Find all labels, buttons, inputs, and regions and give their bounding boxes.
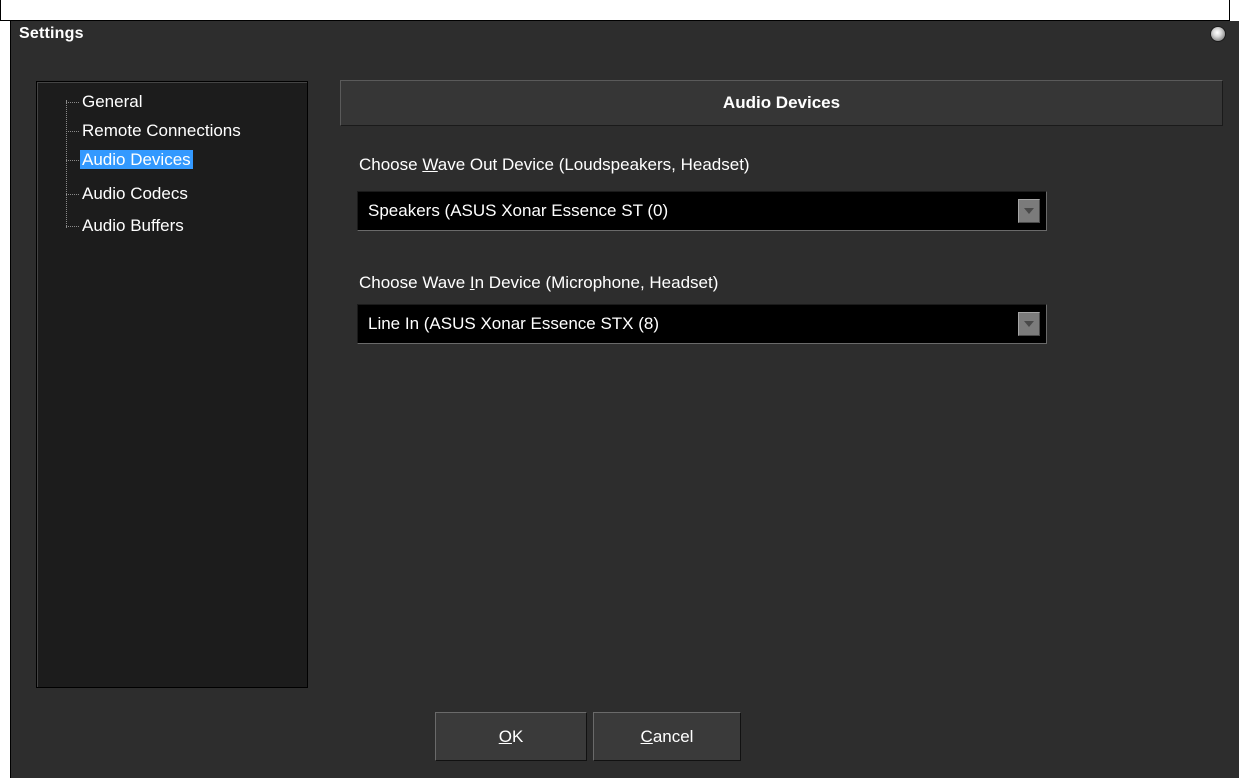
tree-item-audio-devices[interactable]: Audio Devices (66, 150, 193, 170)
label-text: ave Out Device (Loudspeakers, Headset) (437, 155, 750, 174)
tree-item-general[interactable]: General (66, 92, 144, 112)
tree-dash (66, 194, 79, 196)
top-strip (0, 0, 1230, 21)
settings-tree: General Remote Connections Audio Devices… (36, 81, 308, 688)
panel-header: Audio Devices (340, 80, 1223, 126)
tree-item-label: General (82, 92, 143, 111)
label-text: Choose Wave (359, 273, 470, 292)
button-accelerator: O (498, 727, 512, 746)
wave-out-label: Choose Wave Out Device (Loudspeakers, He… (359, 155, 750, 175)
combo-value: Line In (ASUS Xonar Essence STX (8) (368, 314, 660, 333)
tree-dash (66, 131, 79, 133)
label-text: n Device (Microphone, Headset) (474, 273, 719, 292)
tree-item-label: Audio Buffers (82, 216, 184, 235)
tree-dash (66, 160, 79, 162)
button-accelerator: C (640, 727, 653, 746)
tree-item-label: Remote Connections (82, 121, 241, 140)
combo-value: Speakers (ASUS Xonar Essence ST (0) (368, 201, 669, 220)
tree-dash (66, 102, 79, 104)
close-icon[interactable] (1211, 27, 1225, 41)
wave-out-device-select[interactable]: Speakers (ASUS Xonar Essence ST (0) (357, 191, 1047, 231)
wave-in-label: Choose Wave In Device (Microphone, Heads… (359, 273, 718, 293)
ok-button[interactable]: OK (435, 712, 587, 761)
chevron-down-icon[interactable] (1018, 199, 1040, 223)
tree-item-label: Audio Devices (80, 150, 193, 169)
cancel-button[interactable]: Cancel (593, 712, 741, 761)
tree-dash (66, 226, 79, 228)
button-label: ancel (652, 727, 694, 746)
label-text: Choose (359, 155, 423, 174)
tree-item-audio-buffers[interactable]: Audio Buffers (66, 216, 186, 236)
tree-item-remote-connections[interactable]: Remote Connections (66, 121, 243, 141)
wave-in-device-select[interactable]: Line In (ASUS Xonar Essence STX (8) (357, 304, 1047, 344)
label-accelerator: W (422, 155, 438, 174)
settings-window: Settings General Remote Connections Audi… (10, 21, 1239, 778)
window-title: Settings (19, 25, 84, 42)
chevron-down-icon[interactable] (1018, 312, 1040, 336)
tree-item-audio-codecs[interactable]: Audio Codecs (66, 184, 190, 204)
tree-item-label: Audio Codecs (82, 184, 188, 203)
button-label: K (511, 727, 524, 746)
